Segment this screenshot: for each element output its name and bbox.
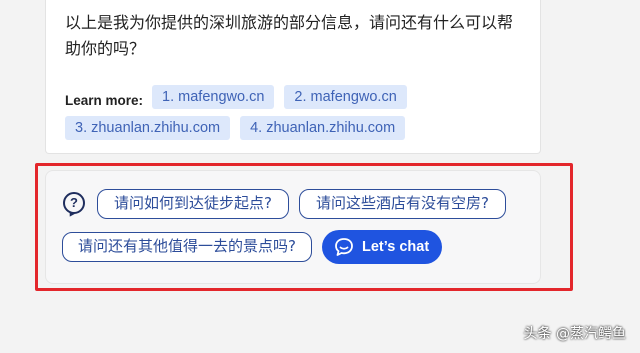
source-link-1[interactable]: 1. mafengwo.cn xyxy=(152,85,275,109)
screenshot-stage: 以上是我为你提供的深圳旅游的部分信息，请问还有什么可以帮助你的吗？ Learn … xyxy=(0,0,640,353)
answer-card: 以上是我为你提供的深圳旅游的部分信息，请问还有什么可以帮助你的吗？ Learn … xyxy=(45,0,541,154)
suggestion-chip-1[interactable]: 请问如何到达徒步起点? xyxy=(97,189,289,219)
source-link-4[interactable]: 4. zhuanlan.zhihu.com xyxy=(240,116,406,140)
question-bubble-icon: ? xyxy=(63,192,85,214)
answer-text: 以上是我为你提供的深圳旅游的部分信息，请问还有什么可以帮助你的吗？ xyxy=(65,13,514,58)
learn-more-label: Learn more: xyxy=(65,93,144,108)
source-link-3[interactable]: 3. zhuanlan.zhihu.com xyxy=(65,116,231,140)
suggestion-chip-2[interactable]: 请问这些酒店有没有空房? xyxy=(299,189,506,219)
suggestion-chip-3[interactable]: 请问还有其他值得一去的景点吗? xyxy=(62,232,312,262)
chat-bubble-icon xyxy=(335,238,353,256)
lets-chat-label: Let’s chat xyxy=(362,239,430,255)
watermark-text: 头条 @蒸汽鳄鱼 xyxy=(523,326,626,342)
suggestions-panel xyxy=(45,170,541,284)
lets-chat-button[interactable]: Let’s chat xyxy=(322,230,442,264)
source-link-2[interactable]: 2. mafengwo.cn xyxy=(284,85,407,109)
learn-more-row: Learn more: 1. mafengwo.cn 2. mafengwo.c… xyxy=(65,85,525,147)
